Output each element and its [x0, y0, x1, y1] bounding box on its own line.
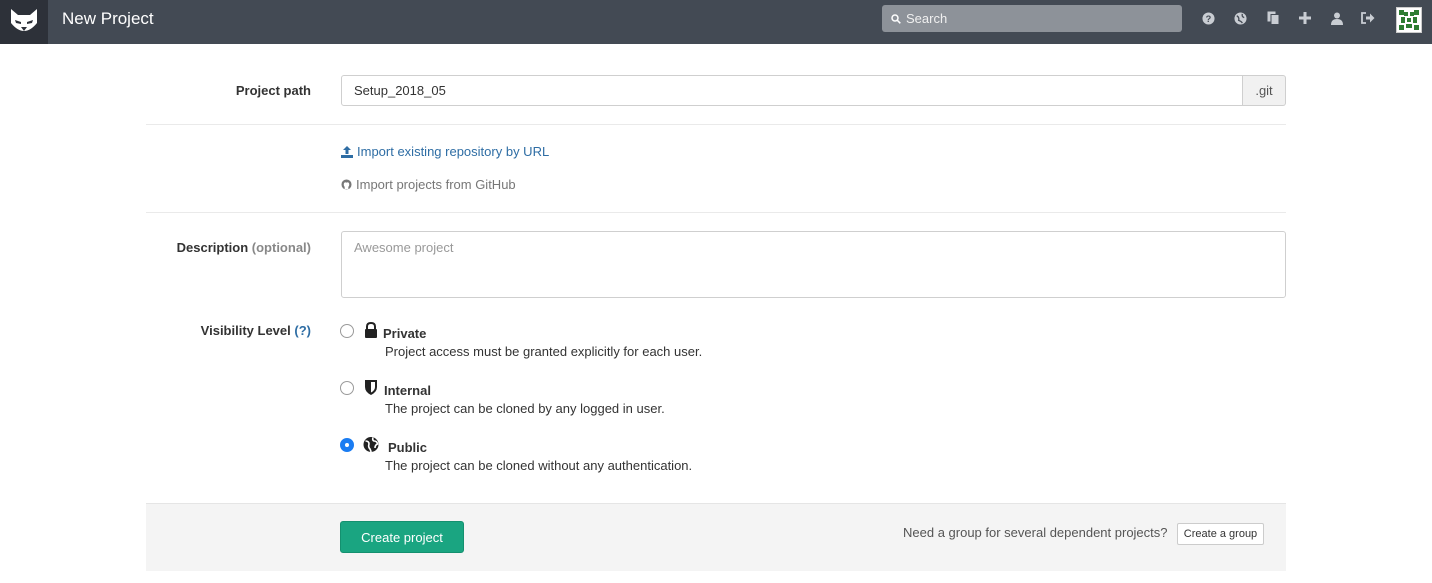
visibility-help-link[interactable]: (?) — [294, 323, 311, 338]
create-group-button[interactable]: Create a group — [1177, 523, 1264, 545]
import-github-link[interactable]: Import projects from GitHub — [341, 177, 516, 192]
project-path-label: Project path — [235, 83, 311, 98]
divider — [146, 124, 1286, 125]
help-icon[interactable]: ? — [1200, 10, 1216, 26]
globe-icon — [363, 437, 379, 453]
shield-icon — [365, 380, 377, 395]
gitlab-logo[interactable] — [0, 0, 48, 44]
private-title: Private — [383, 326, 427, 341]
radio-private[interactable] — [340, 324, 354, 338]
description-label: Description (optional) — [146, 240, 311, 255]
lock-icon — [365, 322, 377, 338]
project-path-group: .git — [341, 75, 1286, 106]
avatar[interactable] — [1396, 7, 1422, 33]
navbar: New Project ? — [0, 0, 1432, 44]
public-description: The project can be cloned without any au… — [385, 458, 693, 473]
user-icon[interactable] — [1329, 10, 1345, 26]
private-description: Project access must be granted explicitl… — [385, 344, 703, 359]
visibility-label: Visibility Level (?) — [146, 323, 311, 338]
radio-public[interactable] — [340, 438, 354, 452]
identicon-icon — [1397, 8, 1421, 32]
create-project-button[interactable]: Create project — [340, 521, 464, 553]
divider — [146, 212, 1286, 213]
visibility-label-text: Visibility Level — [200, 323, 291, 338]
import-url-link[interactable]: Import existing repository by URL — [341, 144, 549, 159]
sign-out-icon[interactable] — [1360, 10, 1376, 26]
import-github-label: Import projects from GitHub — [356, 177, 516, 192]
page-title: New Project — [62, 9, 154, 28]
search-icon — [891, 13, 901, 24]
public-title: Public — [388, 440, 428, 455]
internal-title: Internal — [384, 383, 431, 398]
project-path-input[interactable] — [341, 75, 1243, 106]
github-icon — [341, 179, 352, 190]
fox-logo-icon — [11, 9, 37, 31]
search-input[interactable] — [906, 11, 1166, 26]
plus-icon[interactable] — [1297, 10, 1313, 26]
upload-icon — [341, 145, 353, 158]
import-url-label: Import existing repository by URL — [357, 144, 550, 159]
description-label-text: Description — [176, 240, 249, 255]
globe-icon[interactable] — [1232, 10, 1248, 26]
svg-text:?: ? — [1205, 13, 1211, 23]
internal-description: The project can be cloned by any logged … — [385, 401, 665, 416]
radio-internal[interactable] — [340, 381, 354, 395]
copy-icon[interactable] — [1265, 10, 1281, 26]
optional-hint: (optional) — [251, 240, 311, 255]
description-textarea[interactable] — [341, 231, 1286, 298]
search-box[interactable] — [882, 5, 1182, 32]
group-prompt: Need a group for several dependent proje… — [903, 525, 1168, 540]
git-suffix: .git — [1243, 75, 1286, 106]
